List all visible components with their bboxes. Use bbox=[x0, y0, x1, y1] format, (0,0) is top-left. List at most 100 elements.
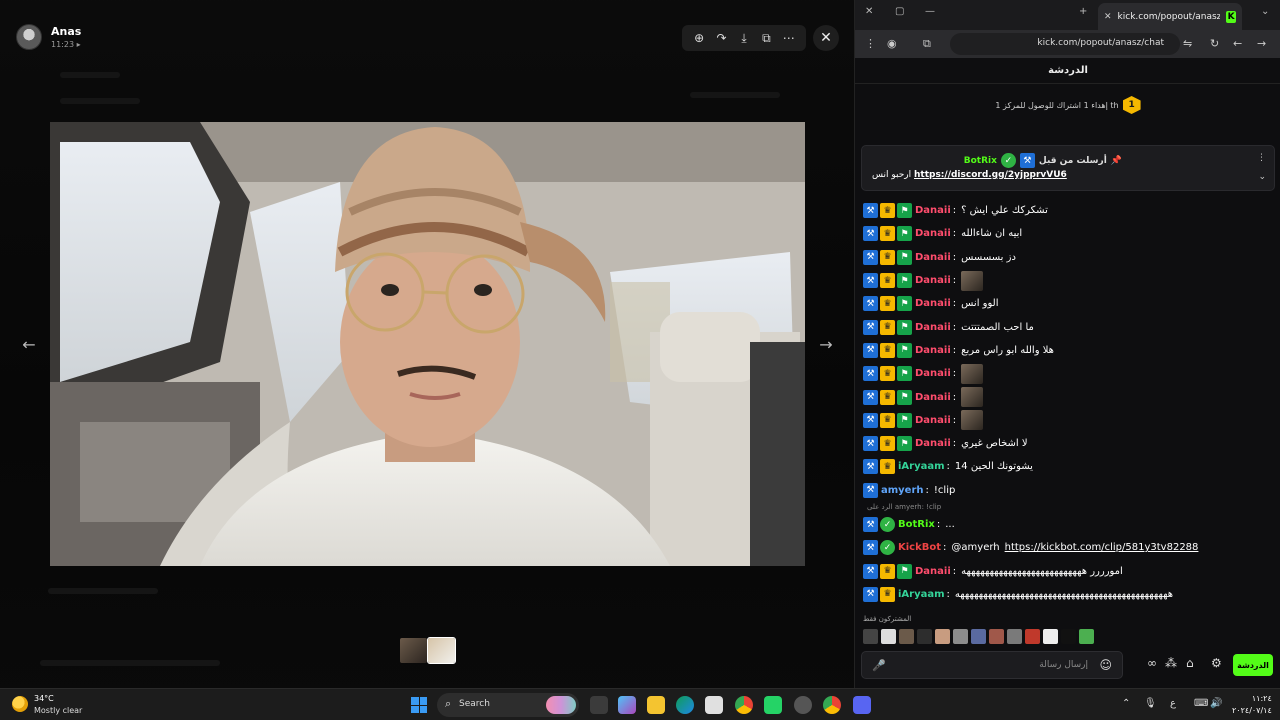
taskbar-search[interactable]: ⌕ Search bbox=[437, 693, 579, 717]
emoji-picker-icon[interactable]: ☺ bbox=[1099, 658, 1112, 672]
weather-sun-icon[interactable] bbox=[12, 696, 28, 712]
chat-username[interactable]: Danaii bbox=[915, 205, 951, 216]
settings-app-icon[interactable] bbox=[794, 696, 812, 714]
menu-icon[interactable]: ⋮ bbox=[865, 37, 876, 50]
chat-username[interactable]: Danaii bbox=[915, 368, 951, 379]
chat-message[interactable]: ⚒ ♛ ⚑ Danaii: امورررر هههههههههههههههههههههه… bbox=[863, 559, 1275, 582]
language-indicator[interactable]: ع bbox=[1170, 698, 1176, 709]
settings-gear-icon[interactable]: ⚙ bbox=[1211, 656, 1222, 670]
chat-message[interactable]: ⚒ ♛ ⚑ Danaii: ابيه ان شاءالله bbox=[863, 222, 1275, 245]
microphone-icon[interactable]: 🎤 bbox=[872, 659, 886, 672]
close-viewer-button[interactable]: ✕ bbox=[813, 25, 839, 51]
chat-username[interactable]: Danaii bbox=[915, 345, 951, 356]
chat-username[interactable]: Danaii bbox=[915, 252, 951, 263]
chat-message[interactable]: ⚒ ✓ BotRix:... bbox=[863, 513, 1275, 536]
emote[interactable] bbox=[899, 629, 914, 644]
discord-icon[interactable] bbox=[853, 696, 871, 714]
chrome-profile-icon[interactable] bbox=[823, 696, 841, 714]
chat-message[interactable]: ⚒ ♛ iAryaam: يشوتونك الحين 14 bbox=[863, 455, 1275, 478]
chat-username[interactable]: Danaii bbox=[915, 438, 951, 449]
chat-username[interactable]: Danaii bbox=[915, 228, 951, 239]
chat-message[interactable]: ⚒ ♛ ⚑ Danaii: هلا والله ابو راس مربع bbox=[863, 339, 1275, 362]
volume-icon[interactable]: 🔊 bbox=[1210, 698, 1222, 709]
infinity-icon[interactable]: ∞ bbox=[1147, 656, 1157, 670]
task-view-icon[interactable] bbox=[590, 696, 608, 714]
previous-photo-arrow[interactable]: ← bbox=[17, 332, 41, 356]
chat-input[interactable]: 🎤 إرسال رسالة ☺ bbox=[861, 651, 1123, 679]
store-app-icon[interactable] bbox=[705, 696, 723, 714]
emote[interactable] bbox=[1043, 629, 1058, 644]
whatsapp-icon[interactable] bbox=[764, 696, 782, 714]
file-explorer-icon[interactable] bbox=[647, 696, 665, 714]
emote[interactable] bbox=[953, 629, 968, 644]
close-tab-icon[interactable]: ✕ bbox=[1104, 12, 1112, 22]
chat-username[interactable]: Danaii bbox=[915, 566, 951, 577]
taskbar-clock[interactable]: ١١:٢٤ ٢٠٢٤/٠٧/١٤ bbox=[1232, 693, 1272, 717]
tab-search-icon[interactable]: ⌄ bbox=[1261, 6, 1269, 17]
start-menu-icon[interactable] bbox=[411, 697, 427, 713]
emote[interactable] bbox=[1007, 629, 1022, 644]
chat-message[interactable]: ⚒ ✓ KickBot: @amyerh https://kickbot.com/cli… bbox=[863, 536, 1275, 559]
chat-username[interactable]: amyerh bbox=[881, 485, 924, 496]
edge-browser-icon[interactable] bbox=[676, 696, 694, 714]
profile-icon[interactable]: ◉ bbox=[887, 37, 897, 50]
tray-mic-icon[interactable]: 🎙 bbox=[1144, 698, 1157, 709]
open-external-icon[interactable]: ⧉ bbox=[757, 29, 775, 47]
chat-message[interactable]: ⚒ ♛ ⚑ Danaii: ما احب الصمتتتت bbox=[863, 315, 1275, 338]
chat-message[interactable]: ⚒ ♛ ⚑ Danaii: تشكركك علي ايش ؟ bbox=[863, 199, 1275, 222]
chat-message[interactable]: ⚒ ♛ ⚑ Danaii: الوو انس bbox=[863, 292, 1275, 315]
pinned-message[interactable]: BotRix ✓ ⚒ أرسلت من قبل 📌 ⋮ ارحبو انس ht… bbox=[861, 145, 1275, 191]
network-icon[interactable]: ⌨ bbox=[1194, 698, 1208, 709]
reload-icon[interactable]: ↻ bbox=[1210, 37, 1219, 50]
maximize-window-icon[interactable]: ▢ bbox=[895, 6, 904, 17]
emote[interactable] bbox=[917, 629, 932, 644]
chat-username[interactable]: KickBot bbox=[898, 542, 941, 553]
chat-message[interactable]: ⚒ ♛ ⚑ Danaii: لا اشخاص غيري bbox=[863, 432, 1275, 455]
chat-message-link[interactable]: https://kickbot.com/clip/581y3tv82288 bbox=[1005, 542, 1199, 553]
tray-overflow-icon[interactable]: ⌃ bbox=[1122, 698, 1130, 709]
copilot-icon[interactable] bbox=[618, 696, 636, 714]
chat-username[interactable]: Danaii bbox=[915, 298, 951, 309]
chat-message[interactable]: ⚒ ♛ ⚑ Danaii: bbox=[863, 269, 1275, 292]
chat-message[interactable]: ⚒ ♛ ⚑ Danaii: bbox=[863, 385, 1275, 408]
chat-message[interactable]: ⚒ ♛ iAryaam: هههههههههههههههههههههههههههههه… bbox=[863, 583, 1275, 606]
forward-icon[interactable]: → bbox=[1257, 37, 1266, 50]
chat-username[interactable]: Danaii bbox=[915, 392, 951, 403]
download-icon[interactable]: ⤓ bbox=[735, 29, 753, 47]
emote[interactable] bbox=[971, 629, 986, 644]
chat-username[interactable]: iAryaam bbox=[898, 589, 945, 600]
emote[interactable] bbox=[881, 629, 896, 644]
forward-icon[interactable]: ↷ bbox=[713, 29, 731, 47]
emote[interactable] bbox=[1025, 629, 1040, 644]
chat-message[interactable]: ⚒ ♛ ⚑ Danaii: bbox=[863, 409, 1275, 432]
chat-username[interactable]: Danaii bbox=[915, 322, 951, 333]
chevron-down-icon[interactable]: ⌄ bbox=[1258, 172, 1266, 182]
pinned-menu-icon[interactable]: ⋮ bbox=[1257, 153, 1266, 163]
next-photo-arrow[interactable]: → bbox=[814, 332, 838, 356]
chat-message[interactable]: ⚒ ♛ ⚑ Danaii: دز بسسسس bbox=[863, 246, 1275, 269]
send-chat-button[interactable]: الدردشة bbox=[1233, 654, 1273, 676]
back-icon[interactable]: ← bbox=[1233, 37, 1242, 50]
thumbnail-selected[interactable] bbox=[427, 637, 456, 664]
sub-goal-banner[interactable]: إهداء 1 اشتراك للوصول للمركز 1 th 1 bbox=[855, 92, 1280, 118]
minimize-window-icon[interactable]: — bbox=[925, 6, 935, 17]
thumbnail[interactable] bbox=[400, 638, 427, 663]
emote[interactable] bbox=[1061, 629, 1076, 644]
emote[interactable] bbox=[935, 629, 950, 644]
emote[interactable] bbox=[863, 629, 878, 644]
share-icon[interactable]: ⁂ bbox=[1165, 656, 1177, 670]
chat-username[interactable]: Danaii bbox=[915, 415, 951, 426]
store-icon[interactable]: ⌂ bbox=[1186, 656, 1194, 670]
chat-username[interactable]: BotRix bbox=[898, 519, 935, 530]
tab-kick-chat[interactable]: ✕ kick.com/popout/anasz/chat K bbox=[1098, 3, 1242, 30]
new-tab-icon[interactable]: + bbox=[1079, 6, 1087, 17]
emote[interactable] bbox=[1079, 629, 1094, 644]
chat-username[interactable]: iAryaam bbox=[898, 461, 945, 472]
zoom-icon[interactable]: ⊕ bbox=[690, 29, 708, 47]
emote[interactable] bbox=[989, 629, 1004, 644]
more-icon[interactable]: ⋯ bbox=[780, 29, 798, 47]
site-settings-icon[interactable]: ⇋ bbox=[1183, 37, 1192, 50]
url-field[interactable]: kick.com/popout/anasz/chat bbox=[950, 33, 1180, 55]
close-window-icon[interactable]: ✕ bbox=[865, 6, 873, 17]
extensions-icon[interactable]: ⧉ bbox=[923, 37, 931, 51]
